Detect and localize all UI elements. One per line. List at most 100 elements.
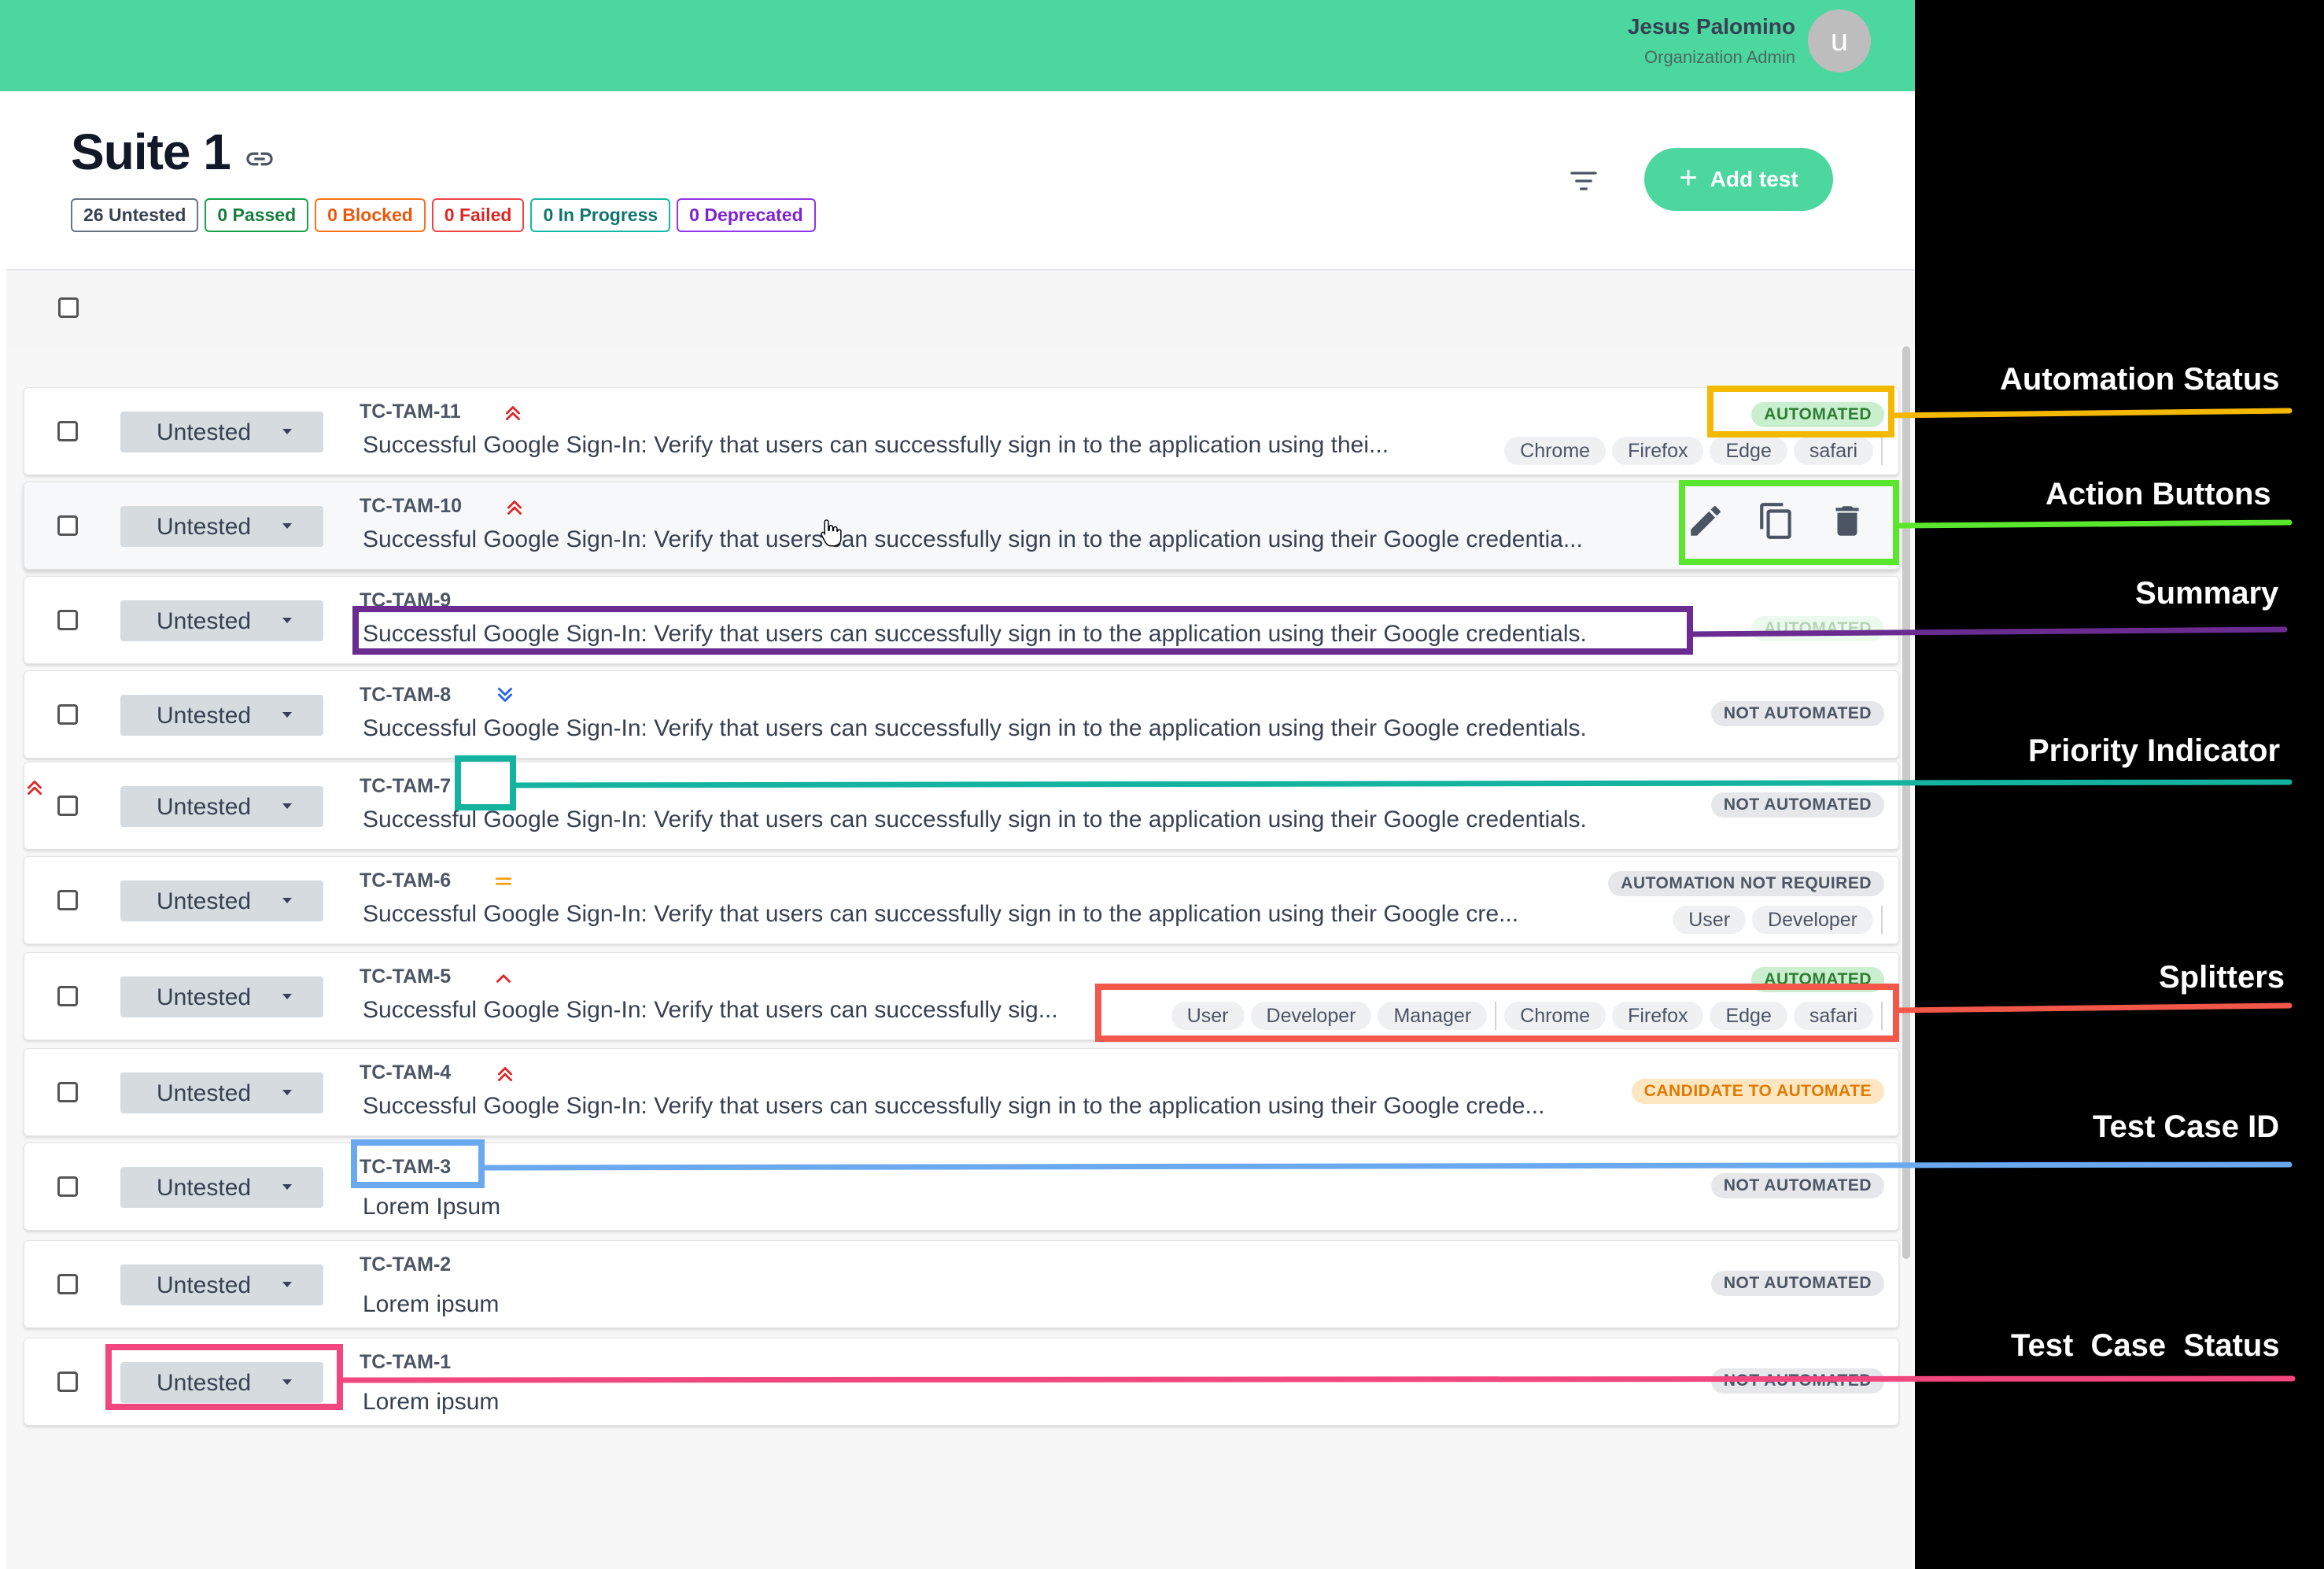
tag-chip: Chrome: [1504, 1002, 1607, 1030]
automation-status-badge: NOT AUTOMATED: [1710, 1271, 1884, 1296]
tag-chips: Chrome Firefox Edge safari: [1504, 437, 1884, 465]
status-label: Untested: [157, 514, 252, 540]
test-case-row[interactable]: Untested TC-TAM-2 Lorem ipsum NOT AUTOMATED: [24, 1240, 1899, 1328]
row-checkbox[interactable]: [57, 610, 78, 630]
status-label: Untested: [157, 1272, 252, 1298]
row-checkbox[interactable]: [57, 890, 78, 910]
add-test-label: Add test: [1710, 167, 1798, 191]
test-case-summary[interactable]: Successful Google Sign-In: Verify that u…: [363, 621, 1669, 648]
filter-icon[interactable]: [1566, 165, 1602, 197]
avatar[interactable]: u: [1808, 9, 1871, 72]
status-dropdown[interactable]: Untested: [120, 976, 323, 1017]
test-case-id: TC-TAM-9: [360, 589, 452, 611]
test-case-id: TC-TAM-5: [360, 965, 452, 988]
tag-chip: safari: [1793, 1002, 1873, 1030]
status-dropdown[interactable]: Untested: [120, 1167, 323, 1208]
user-role: Organization Admin: [1644, 47, 1795, 67]
caret-down-icon: [282, 523, 292, 529]
add-test-button[interactable]: + Add test: [1644, 148, 1833, 211]
row-checkbox[interactable]: [57, 421, 78, 441]
status-label: Untested: [157, 703, 252, 729]
row-checkbox[interactable]: [57, 986, 78, 1006]
annotation-test-case-status: Test Case Status: [2011, 1328, 2280, 1363]
test-case-summary[interactable]: Successful Google Sign-In: Verify that u…: [363, 526, 1692, 553]
test-case-summary[interactable]: Successful Google Sign-In: Verify that u…: [363, 807, 1669, 833]
test-case-row[interactable]: Untested TC-TAM-6 Successful Google Sign-I…: [24, 856, 1899, 944]
status-dropdown[interactable]: Untested: [120, 786, 323, 827]
test-case-summary[interactable]: Successful Google Sign-In: Verify that u…: [363, 432, 1472, 459]
test-case-row[interactable]: Untested TC-TAM-4 Successful Google Sign-I…: [24, 1048, 1899, 1136]
page-title: Suite 1: [71, 124, 231, 180]
copy-icon[interactable]: [1757, 501, 1796, 541]
test-case-id: TC-TAM-1: [360, 1351, 452, 1373]
status-dropdown[interactable]: Untested: [120, 600, 323, 641]
status-dropdown[interactable]: Untested: [120, 412, 323, 452]
tag-chip: Chrome: [1504, 437, 1607, 465]
trash-icon[interactable]: [1828, 501, 1867, 541]
annotation-summary: Summary: [2135, 576, 2279, 611]
status-label: Untested: [157, 608, 252, 634]
count-badge: 26 Untested: [71, 198, 199, 232]
row-checkbox[interactable]: [57, 1371, 78, 1392]
row-checkbox[interactable]: [57, 515, 78, 536]
tag-splitter: [1881, 906, 1883, 934]
test-case-summary[interactable]: Lorem ipsum: [363, 1389, 1669, 1416]
user-name: Jesus Palomino: [1627, 14, 1795, 39]
tag-chip: Edge: [1710, 1002, 1787, 1030]
row-checkbox[interactable]: [57, 1274, 78, 1294]
test-case-row[interactable]: Untested TC-TAM-11 Successful Google Sign-…: [24, 387, 1899, 475]
priority-medium-high-icon: [496, 974, 511, 983]
annotation-splitters: Splitters: [2159, 960, 2285, 995]
row-actions: [1686, 501, 1867, 541]
status-dropdown[interactable]: Untested: [120, 1264, 323, 1305]
status-count-badges: 26 Untested 0 Passed 0 Blocked 0 Failed 0 In…: [71, 198, 816, 232]
select-all-checkbox[interactable]: [58, 297, 79, 318]
row-checkbox[interactable]: [57, 796, 78, 816]
scrollbar[interactable]: [1902, 346, 1910, 1259]
status-dropdown[interactable]: Untested: [120, 695, 323, 736]
automation-status-badge: NOT AUTOMATED: [1710, 701, 1884, 726]
automation-status-badge: NOT AUTOMATED: [1710, 1173, 1884, 1198]
tag-splitter: [1881, 437, 1883, 465]
count-badge: 0 Blocked: [315, 198, 426, 232]
row-checkbox[interactable]: [57, 1082, 78, 1102]
test-case-row[interactable]: Untested TC-TAM-1 Lorem ipsum NOT AUTOMATED: [24, 1338, 1899, 1426]
caret-down-icon: [282, 898, 292, 903]
automation-status-badge: CANDIDATE TO AUTOMATE: [1631, 1079, 1884, 1104]
status-label: Untested: [157, 888, 252, 914]
test-case-summary[interactable]: Successful Google Sign-In: Verify that u…: [363, 715, 1669, 742]
automation-status-badge: AUTOMATED: [1751, 967, 1884, 992]
status-dropdown[interactable]: Untested: [120, 1072, 323, 1113]
caret-down-icon: [282, 1184, 292, 1190]
status-dropdown[interactable]: Untested: [120, 506, 323, 547]
automation-status-badge: NOT AUTOMATED: [1710, 792, 1884, 818]
test-case-summary[interactable]: Lorem ipsum: [363, 1291, 1669, 1318]
test-case-row[interactable]: Untested TC-TAM-9 Successful Google Sign-I…: [24, 576, 1899, 664]
test-case-row[interactable]: Untested TC-TAM-10 Successful Google Sign-…: [24, 482, 1899, 570]
test-case-summary[interactable]: Lorem Ipsum: [363, 1194, 1669, 1220]
tag-splitter: [1495, 1002, 1497, 1030]
row-checkbox[interactable]: [57, 704, 78, 725]
test-case-summary[interactable]: Successful Google Sign-In: Verify that u…: [363, 901, 1606, 928]
caret-down-icon: [282, 1379, 292, 1385]
test-case-summary[interactable]: Successful Google Sign-In: Verify that u…: [363, 997, 1097, 1024]
tag-splitter: [1881, 1002, 1883, 1030]
status-dropdown[interactable]: Untested: [120, 880, 323, 921]
link-icon[interactable]: [244, 143, 275, 175]
annotation-automation-status: Automation Status: [2000, 362, 2280, 397]
test-case-row[interactable]: Untested TC-TAM-3 Lorem Ipsum NOT AUTOMATED: [24, 1143, 1899, 1231]
status-dropdown[interactable]: Untested: [120, 1362, 323, 1403]
tag-chips: User Developer: [1673, 906, 1884, 934]
tag-chip: User: [1673, 906, 1747, 934]
caret-down-icon: [282, 994, 292, 999]
test-case-row[interactable]: Untested TC-TAM-5 Successful Google Sign-I…: [24, 952, 1899, 1040]
row-checkbox[interactable]: [57, 1176, 78, 1197]
annotation-action-buttons: Action Buttons: [2045, 477, 2271, 511]
count-badge: 0 In Progress: [530, 198, 671, 232]
test-case-summary[interactable]: Successful Google Sign-In: Verify that u…: [363, 1093, 1653, 1120]
status-label: Untested: [157, 419, 252, 445]
edit-icon[interactable]: [1686, 501, 1725, 541]
tag-chip: Manager: [1378, 1002, 1488, 1030]
test-case-row[interactable]: Untested TC-TAM-8 Successful Google Sign-I…: [24, 670, 1899, 759]
test-case-row[interactable]: Untested TC-TAM-7 Successful Google Sign-I…: [24, 762, 1899, 850]
